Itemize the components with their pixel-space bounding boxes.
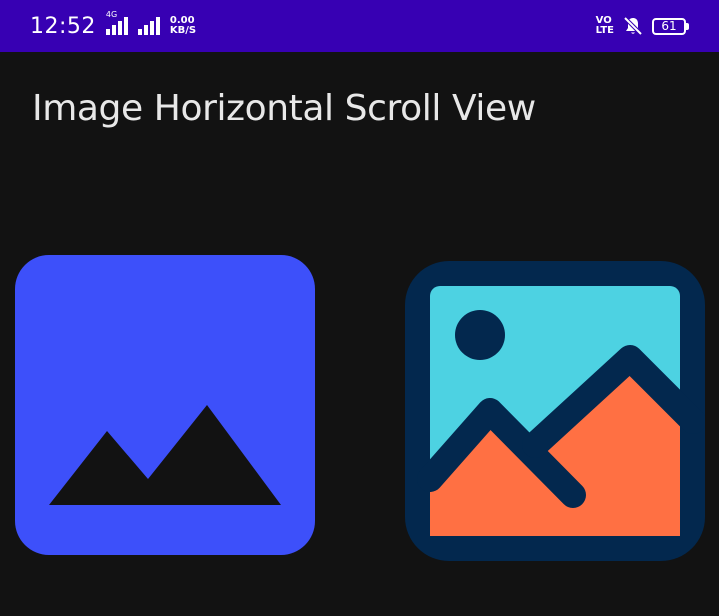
- volte-bottom-label: LTE: [595, 25, 614, 36]
- battery-level: 61: [652, 17, 686, 35]
- mobile-signal-4g-icon: 4G: [105, 11, 128, 35]
- status-time: 12:52: [30, 13, 96, 39]
- network-type-label: 4G: [105, 10, 118, 19]
- data-speed-unit: KB/S: [169, 25, 197, 36]
- horizontal-scroll-view[interactable]: [0, 240, 719, 580]
- page-title: Image Horizontal Scroll View: [32, 88, 536, 129]
- mobile-signal-icon: [137, 17, 160, 35]
- volte-icon: VO LTE: [596, 16, 614, 36]
- scroll-track: [0, 240, 719, 580]
- battery-icon: 61: [652, 17, 689, 35]
- status-bar-left: 12:52 4G 0.00 KB/S: [30, 0, 196, 52]
- notifications-muted-icon: [623, 16, 643, 36]
- status-bar: 12:52 4G 0.00 KB/S VO LTE 61: [0, 0, 719, 52]
- status-bar-right: VO LTE 61: [596, 0, 689, 52]
- data-speed-indicator: 0.00 KB/S: [170, 16, 196, 36]
- image-placeholder-icon: [15, 255, 315, 555]
- landscape-picture-icon: [405, 261, 705, 561]
- battery-tip: [686, 22, 689, 30]
